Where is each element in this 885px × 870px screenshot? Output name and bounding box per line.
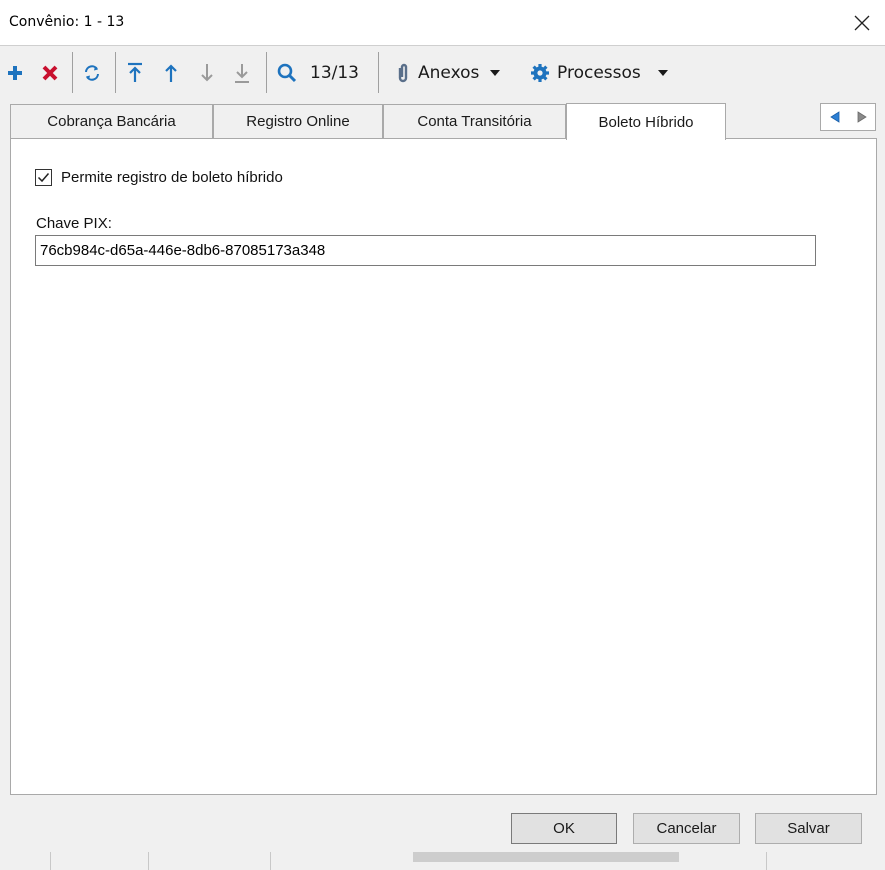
pix-key-label: Chave PIX: bbox=[36, 215, 112, 232]
triangle-left-icon bbox=[829, 111, 839, 123]
next-record-button[interactable] bbox=[199, 55, 215, 91]
attachments-menu[interactable]: Anexos bbox=[396, 55, 501, 91]
tab-scroll-right-button[interactable] bbox=[851, 106, 873, 128]
ok-button[interactable]: OK bbox=[511, 813, 617, 844]
first-record-icon bbox=[128, 62, 142, 82]
delete-x-icon bbox=[42, 65, 58, 81]
first-record-button[interactable] bbox=[126, 55, 144, 91]
last-record-button[interactable] bbox=[233, 55, 251, 91]
save-button-label: Salvar bbox=[787, 820, 830, 837]
add-button[interactable] bbox=[6, 55, 24, 91]
tab-registro-online[interactable]: Registro Online bbox=[213, 104, 383, 138]
tab-boleto-hibrido[interactable]: Boleto Híbrido bbox=[566, 103, 726, 140]
tab-label: Conta Transitória bbox=[417, 113, 532, 130]
dialog-window: Convênio: 1 - 13 13/13 Anexos Processos … bbox=[0, 0, 885, 870]
processes-label: Processos bbox=[557, 63, 641, 83]
close-icon bbox=[854, 15, 870, 31]
triangle-right-icon bbox=[857, 111, 867, 123]
delete-button[interactable] bbox=[41, 55, 59, 91]
tab-label: Boleto Híbrido bbox=[598, 113, 694, 131]
save-button[interactable]: Salvar bbox=[755, 813, 862, 844]
last-record-icon bbox=[235, 64, 249, 83]
ok-button-label: OK bbox=[553, 820, 575, 837]
previous-record-button[interactable] bbox=[163, 55, 179, 91]
status-bar bbox=[0, 852, 885, 870]
tab-label: Registro Online bbox=[246, 113, 350, 130]
processes-menu[interactable]: Processos bbox=[530, 55, 669, 91]
chevron-down-icon bbox=[490, 70, 501, 76]
hybrid-boleto-checkbox-row[interactable]: Permite registro de boleto híbrido bbox=[35, 169, 283, 186]
hybrid-boleto-checkbox[interactable] bbox=[35, 169, 52, 186]
hybrid-boleto-checkbox-label: Permite registro de boleto híbrido bbox=[61, 169, 283, 186]
title-bar: Convênio: 1 - 13 bbox=[0, 0, 885, 46]
tab-scroll-left-button[interactable] bbox=[824, 106, 846, 128]
tab-conta-transitoria[interactable]: Conta Transitória bbox=[383, 104, 566, 138]
tab-scroll-buttons bbox=[820, 103, 876, 131]
close-button[interactable] bbox=[839, 0, 885, 46]
tab-panel-boleto-hibrido: Permite registro de boleto híbrido Chave… bbox=[10, 138, 877, 795]
arrow-up-icon bbox=[165, 64, 177, 82]
pix-key-input[interactable] bbox=[35, 235, 816, 266]
search-icon bbox=[277, 63, 297, 83]
record-position: 13/13 bbox=[310, 63, 359, 83]
paperclip-icon bbox=[398, 63, 408, 83]
cancel-button[interactable]: Cancelar bbox=[633, 813, 740, 844]
search-button[interactable]: 13/13 bbox=[276, 55, 359, 91]
window-title: Convênio: 1 - 13 bbox=[9, 14, 125, 30]
refresh-icon bbox=[85, 65, 99, 81]
tab-label: Cobrança Bancária bbox=[47, 113, 176, 130]
tab-cobranca-bancaria[interactable]: Cobrança Bancária bbox=[10, 104, 213, 138]
horizontal-scrollbar-thumb[interactable] bbox=[413, 852, 679, 862]
chevron-down-icon bbox=[657, 70, 668, 76]
attachments-label: Anexos bbox=[418, 63, 480, 83]
toolbar: 13/13 Anexos Processos bbox=[0, 47, 885, 99]
tab-strip: Cobrança Bancária Registro Online Conta … bbox=[10, 103, 878, 140]
plus-icon bbox=[8, 66, 22, 80]
checkmark-icon bbox=[37, 173, 50, 183]
refresh-button[interactable] bbox=[82, 55, 102, 91]
gear-icon bbox=[531, 64, 549, 82]
cancel-button-label: Cancelar bbox=[656, 820, 717, 837]
arrow-down-icon bbox=[201, 64, 213, 82]
